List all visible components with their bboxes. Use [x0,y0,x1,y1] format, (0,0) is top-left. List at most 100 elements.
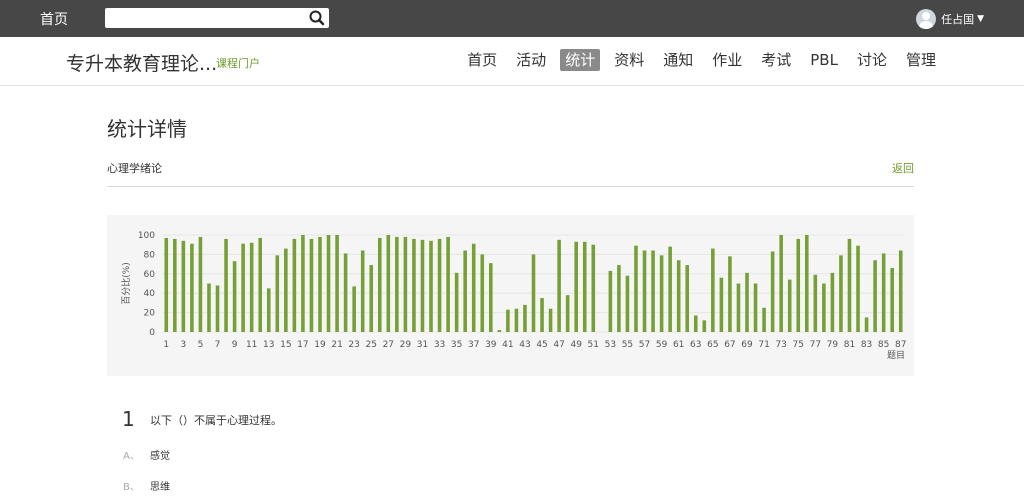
search-button[interactable] [307,9,327,27]
bar [326,235,331,332]
y-tick-label: 80 [144,250,156,260]
bar [856,245,860,332]
x-tick-label: 45 [536,340,547,350]
nav-item-9[interactable]: 管理 [901,49,941,71]
nav-item-6[interactable]: 考试 [756,49,796,71]
bar [787,279,792,332]
bar [693,315,698,332]
x-axis-label: 题目 [887,350,905,361]
nav-item-3[interactable]: 资料 [609,49,649,71]
x-tick-label: 29 [400,340,412,350]
bar-chart: 020406080100百分比(%)1 3 5 7 9 11 13 15 17 19 21 23 25 2… [120,231,906,361]
top-bar: 首页 任占国 ▼ [0,0,1024,37]
bar [215,285,220,332]
bar [292,238,297,332]
divider [107,186,914,187]
stats-chart: 0 20 40 60 80 100 百分比(%) 1 3 5 7 9 11 13 15 17 19 21 23 25 2… [107,215,914,376]
x-tick-label: 65 [707,340,718,350]
x-tick-label: 5 [198,340,204,350]
course-nav: 首页 活动 统计 资料 通知 作业 考试 PBL 讨论 管理 [462,49,941,71]
bar [617,265,621,332]
bar [429,240,433,332]
x-tick-label: 13 [263,340,274,350]
bar [608,270,613,332]
course-portal-link[interactable]: 课程门户 [216,55,260,71]
bar [813,274,818,332]
nav-item-0[interactable]: 首页 [462,49,502,71]
x-tick-label: 57 [639,340,650,350]
bar [181,240,186,332]
bar [745,272,749,332]
x-tick-label: 7 [215,340,221,350]
bar [173,238,177,332]
nav-item-2[interactable]: 统计 [560,49,601,71]
x-tick-label: 35 [451,340,462,350]
x-tick-label: 9 [232,340,238,350]
bar [377,237,382,332]
nav-item-7[interactable]: PBL [805,49,843,71]
bar [685,265,690,332]
chevron-down-icon: ▼ [977,14,984,24]
bar [506,309,510,332]
y-tick-label: 100 [138,231,155,241]
x-tick-label: 75 [793,340,804,350]
chapter-name: 心理学绪论 [107,162,162,175]
bar [301,235,305,332]
top-home-link[interactable]: 首页 [40,9,68,29]
bar [420,239,425,332]
bar [642,250,647,332]
bar [258,237,263,332]
x-tick-label: 69 [741,340,753,350]
search-input[interactable] [107,10,307,26]
x-tick-label: 19 [314,340,326,350]
x-tick-label: 59 [656,340,668,350]
bar [198,236,203,332]
bar [591,244,596,332]
bar [702,320,707,332]
bar [514,308,519,332]
x-tick-label: 85 [878,340,889,350]
user-name: 任占国 [941,13,975,26]
bar [343,253,348,332]
x-tick-label: 17 [297,340,308,350]
bar [651,250,655,332]
nav-item-4[interactable]: 通知 [658,49,698,71]
bar [574,241,578,332]
x-tick-label: 67 [724,340,735,350]
x-tick-label: 15 [280,340,291,350]
bar [873,260,877,332]
course-title[interactable]: 专升本教育理论... [66,49,217,76]
bar [668,246,672,332]
avatar [916,9,937,29]
nav-item-8[interactable]: 讨论 [852,49,892,71]
back-link[interactable]: 返回 [892,160,914,176]
user-menu[interactable]: 任占国 ▼ [916,9,984,29]
bar [403,236,408,332]
bar [676,260,681,332]
bar [412,238,416,332]
x-tick-label: 41 [502,340,513,350]
option-letter: B、 [123,482,140,493]
x-tick-label: 87 [895,340,906,350]
option-a: A、 感觉 [123,447,170,462]
bar [241,243,245,332]
bar [266,288,271,332]
bar [284,248,288,332]
option-text: 思维 [150,482,170,493]
bar [523,304,527,332]
bar [531,254,536,332]
bar [386,235,391,332]
bar [480,254,485,332]
bar [864,317,869,332]
bar [881,253,886,332]
x-tick-label: 31 [417,340,428,350]
nav-item-5[interactable]: 作业 [707,49,747,71]
bar [548,308,553,332]
bar [762,307,766,332]
nav-item-1[interactable]: 活动 [511,49,551,71]
y-tick-label: 40 [144,289,156,299]
bar [437,238,442,332]
bar [753,283,758,332]
x-tick-label: 61 [673,340,684,350]
bar [335,235,339,332]
